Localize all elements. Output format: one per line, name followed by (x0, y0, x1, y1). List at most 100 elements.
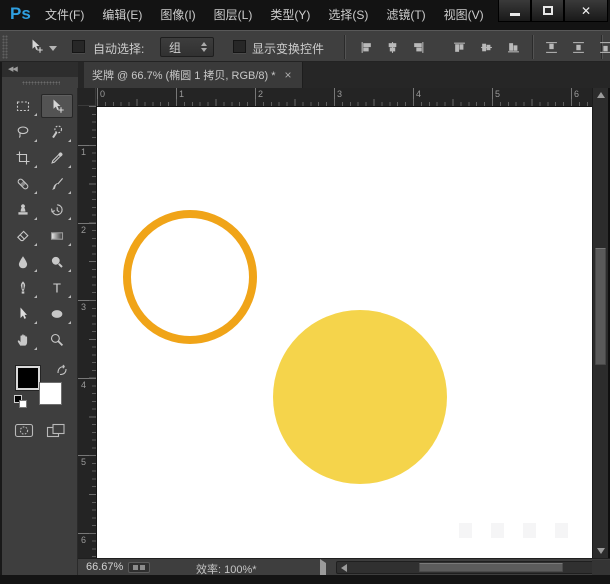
menu-item-5[interactable]: 选择(S) (319, 0, 377, 30)
crop-tool[interactable] (7, 146, 39, 170)
options-bar: 自动选择: 组 显示变换控件 (0, 30, 610, 62)
quick-selection-tool[interactable] (41, 120, 73, 144)
brush-tool[interactable] (41, 172, 73, 196)
ruler-number: 4 (81, 379, 87, 390)
gradient-tool[interactable] (41, 224, 73, 248)
foreground-color-swatch[interactable] (15, 365, 41, 391)
distribute-top-edges-button[interactable] (540, 36, 562, 58)
menu-item-2[interactable]: 图像(I) (151, 0, 204, 30)
ruler-major-tick (78, 377, 96, 379)
horizontal-ruler[interactable]: 0 1 2 3 4 5 6 (96, 88, 592, 106)
ruler-major-tick (78, 533, 96, 534)
ellipse-filled-shape (273, 310, 447, 484)
rectangular-marquee-tool[interactable] (7, 94, 39, 118)
auto-select-checkbox[interactable] (72, 40, 85, 53)
ruler-major-tick (78, 222, 96, 224)
align-left-edges-button[interactable] (355, 36, 377, 58)
align-vertical-centers-button[interactable] (475, 36, 497, 58)
background-color-swatch[interactable] (39, 382, 62, 405)
distribute-bottom-edges-button[interactable] (594, 36, 610, 58)
ruler-major-tick (176, 88, 177, 106)
zoom-tool[interactable] (41, 328, 73, 352)
align-horizontal-centers-button[interactable] (381, 36, 403, 58)
window-bottom-edge (0, 575, 610, 584)
tool-panel-grip[interactable] (22, 81, 60, 85)
quick-mask-button[interactable] (14, 423, 34, 443)
scroll-up-button[interactable] (593, 88, 609, 102)
default-colors-icon[interactable] (14, 395, 28, 409)
align-top-edges-button[interactable] (448, 36, 470, 58)
vertical-scrollbar-thumb[interactable] (595, 248, 606, 365)
chevron-down-icon (49, 46, 57, 51)
window-controls: ✕ (498, 0, 608, 22)
scroll-down-button[interactable] (593, 544, 609, 558)
tab-close-icon[interactable]: × (285, 69, 292, 81)
maximize-button[interactable] (531, 0, 564, 22)
ruler-number: 5 (495, 89, 501, 99)
tool-grid: T (6, 93, 77, 353)
align-right-edges-button[interactable] (407, 36, 429, 58)
move-tool[interactable] (41, 94, 73, 118)
hand-tool[interactable] (7, 328, 39, 352)
separator (344, 35, 345, 59)
clone-stamp-tool[interactable] (7, 198, 39, 222)
auto-select-dropdown-value: 组 (169, 40, 182, 55)
auto-select-dropdown[interactable]: 组 (160, 37, 214, 57)
screen-mode-button[interactable] (46, 423, 66, 443)
distribute-vertical-centers-button[interactable] (567, 36, 589, 58)
ruler-number: 4 (416, 89, 422, 99)
menu-item-4[interactable]: 类型(Y) (261, 0, 319, 30)
scrollbar-corner (592, 560, 610, 576)
path-selection-tool[interactable] (7, 302, 39, 326)
spot-healing-brush-tool[interactable] (7, 172, 39, 196)
ruler-number: 1 (81, 147, 87, 157)
maximize-icon (542, 6, 553, 15)
auto-select-label: 自动选择: (93, 42, 145, 56)
document-tab-title: 奖牌 @ 66.7% (椭圆 1 拷贝, RGB/8) * (92, 70, 276, 82)
zoom-level-field[interactable]: 66.67% (86, 561, 123, 573)
horizontal-scrollbar[interactable] (336, 561, 610, 574)
minimize-icon (509, 13, 520, 16)
move-tool-icon (28, 38, 44, 59)
move-tool-preset-button[interactable] (28, 38, 57, 59)
ruler-major-tick (492, 88, 493, 106)
vertical-ruler[interactable]: 1 2 3 4 5 6 (78, 106, 96, 558)
collapse-panel-button[interactable]: ◀◀ (2, 62, 78, 77)
pen-tool[interactable] (7, 276, 39, 300)
menu-item-0[interactable]: 文件(F) (36, 0, 93, 30)
status-badge-icon[interactable] (128, 562, 150, 573)
ruler-major-tick (571, 88, 572, 106)
vertical-scrollbar[interactable] (592, 88, 608, 558)
horizontal-scrollbar-thumb[interactable] (419, 563, 563, 572)
ellipse-tool[interactable] (41, 302, 73, 326)
arrow-down-icon (597, 548, 605, 554)
menu-item-6[interactable]: 滤镜(T) (377, 0, 434, 30)
show-transform-checkbox[interactable] (233, 40, 246, 53)
options-bar-grip[interactable] (2, 35, 8, 59)
document-tab[interactable]: 奖牌 @ 66.7% (椭圆 1 拷贝, RGB/8) * × (84, 62, 303, 88)
menu-item-3[interactable]: 图层(L) (205, 0, 262, 30)
lasso-tool[interactable] (7, 120, 39, 144)
ruler-number: 2 (258, 89, 264, 99)
dodge-tool[interactable] (41, 250, 73, 274)
canvas[interactable] (96, 106, 592, 558)
menu-item-8[interactable]: 窗口(W) (493, 0, 496, 30)
close-icon: ✕ (580, 3, 592, 18)
swap-colors-icon[interactable] (56, 363, 68, 381)
history-brush-tool[interactable] (41, 198, 73, 222)
align-bottom-edges-button[interactable] (502, 36, 524, 58)
color-swatches (14, 363, 70, 411)
menu-item-1[interactable]: 编辑(E) (93, 0, 151, 30)
spinner-arrows-icon (198, 42, 210, 52)
eraser-tool[interactable] (7, 224, 39, 248)
separator (532, 35, 533, 59)
type-tool[interactable]: T (41, 276, 73, 300)
ruler-corner (78, 88, 96, 106)
arrow-up-icon (597, 92, 605, 98)
menu-item-7[interactable]: 视图(V) (435, 0, 493, 30)
scroll-left-button[interactable] (337, 562, 350, 573)
eyedropper-tool[interactable] (41, 146, 73, 170)
close-button[interactable]: ✕ (564, 0, 608, 22)
blur-tool[interactable] (7, 250, 39, 274)
minimize-button[interactable] (498, 0, 531, 22)
